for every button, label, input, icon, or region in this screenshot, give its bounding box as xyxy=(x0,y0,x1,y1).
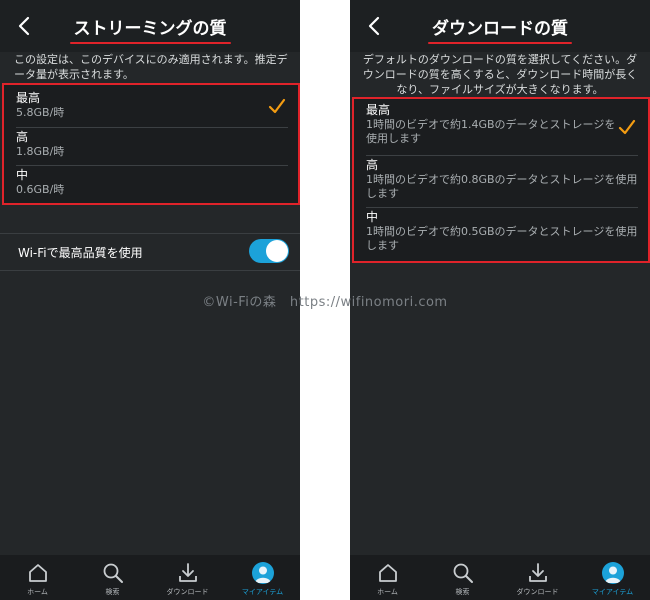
home-icon xyxy=(379,564,397,582)
nav-home[interactable]: ホーム xyxy=(350,555,425,600)
page-title: ストリーミングの質 xyxy=(0,14,300,44)
search-icon xyxy=(103,563,123,583)
user-icon xyxy=(255,566,271,583)
nav-search[interactable]: 検索 xyxy=(75,555,150,600)
quality-option-medium[interactable]: 中 0.6GB/時 xyxy=(16,165,288,202)
home-icon xyxy=(29,564,47,582)
search-icon xyxy=(453,563,473,583)
checkmark-icon xyxy=(618,119,636,135)
download-icon xyxy=(529,563,547,582)
avatar xyxy=(252,562,274,584)
bottom-nav: ホーム 検索 ダウンロード マイアイテム xyxy=(0,555,300,600)
nav-download[interactable]: ダウンロード xyxy=(150,555,225,600)
nav-download[interactable]: ダウンロード xyxy=(500,555,575,600)
description-text: デフォルトのダウンロードの質を選択してください。ダウンロードの質を高くすると、ダ… xyxy=(362,53,638,96)
bottom-nav: ホーム 検索 ダウンロード マイアイテム xyxy=(350,555,650,600)
nav-home[interactable]: ホーム xyxy=(0,555,75,600)
checkmark-icon xyxy=(268,98,286,114)
description-text: この設定は、このデバイスにのみ適用されます。推定データ量が表示されます。 xyxy=(14,53,288,81)
download-icon xyxy=(179,563,197,582)
nav-my-items[interactable]: マイアイテム xyxy=(225,555,300,600)
quality-option-high[interactable]: 高 1時間のビデオで約0.8GBのデータとストレージを使用します xyxy=(366,155,638,208)
wifi-best-quality-row: Wi-Fiで最高品質を使用 xyxy=(0,233,300,271)
wifi-best-quality-toggle[interactable] xyxy=(249,239,289,263)
quality-option-medium[interactable]: 中 1時間のビデオで約0.5GBのデータとストレージを使用します xyxy=(366,207,638,260)
quality-options-list: 最高 5.8GB/時 高 1.8GB/時 中 0.6GB/時 xyxy=(2,83,300,205)
avatar xyxy=(602,562,624,584)
header-bar: ダウンロードの質 xyxy=(350,0,650,52)
toggle-knob xyxy=(266,240,288,262)
quality-option-best[interactable]: 最高 5.8GB/時 xyxy=(16,89,288,125)
quality-options-list: 最高 1時間のビデオで約1.4GBのデータとストレージを使用します 高 1時間の… xyxy=(352,97,650,263)
quality-option-high[interactable]: 高 1.8GB/時 xyxy=(16,127,288,164)
nav-search[interactable]: 検索 xyxy=(425,555,500,600)
quality-option-best[interactable]: 最高 1時間のビデオで約1.4GBのデータとストレージを使用します xyxy=(366,103,638,153)
user-icon xyxy=(605,566,621,583)
nav-my-items[interactable]: マイアイテム xyxy=(575,555,650,600)
page-title: ダウンロードの質 xyxy=(350,14,650,44)
watermark: ©Wi-Fiの森 https://wifinomori.com xyxy=(202,295,448,310)
header-bar: ストリーミングの質 xyxy=(0,0,300,52)
